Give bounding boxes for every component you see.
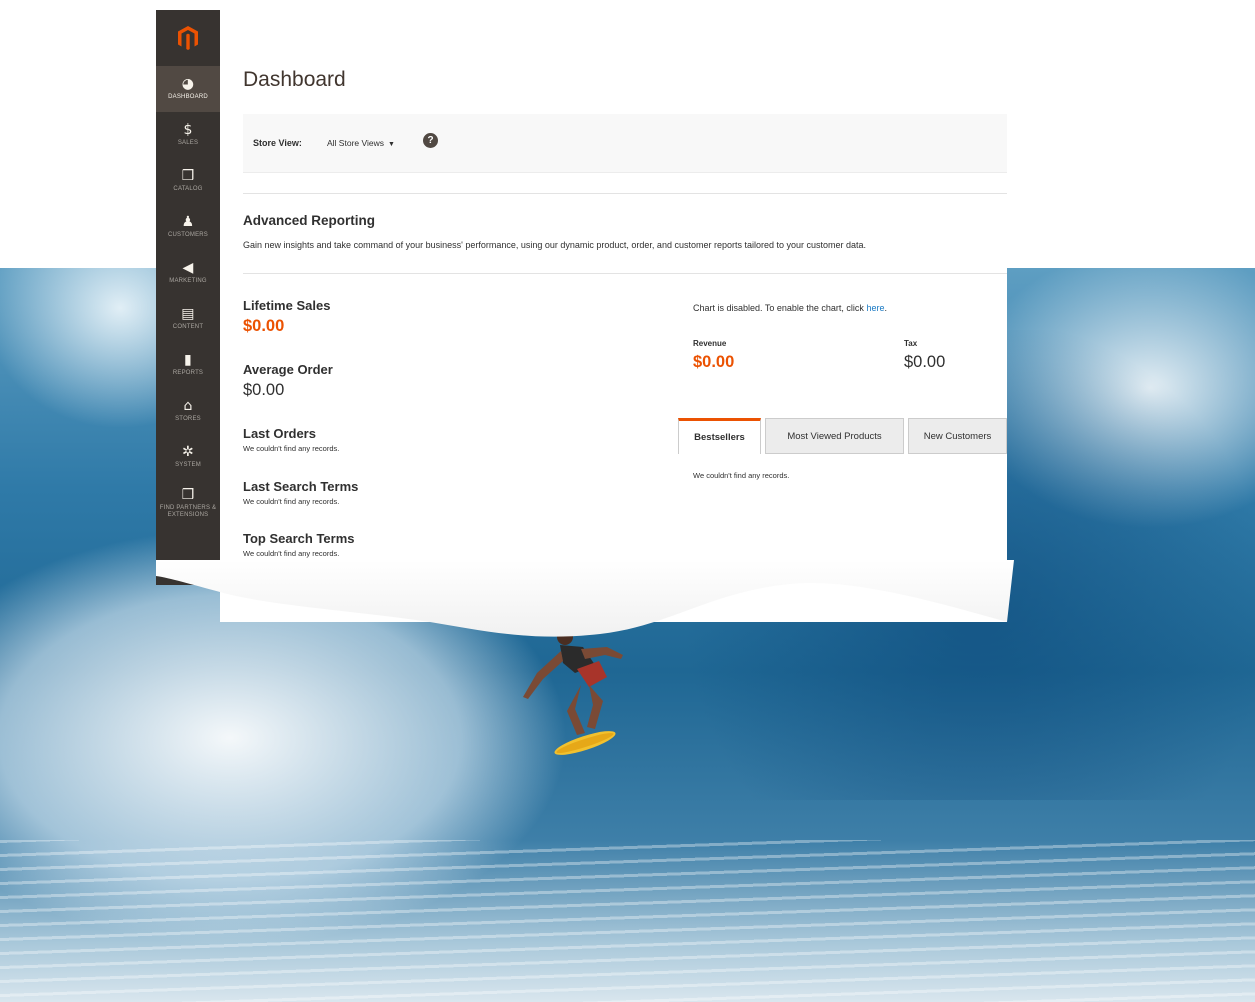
sidebar-item-label: CUSTOMERS xyxy=(167,232,209,238)
divider xyxy=(243,273,1007,274)
magento-logo[interactable] xyxy=(156,10,220,66)
wave-foam xyxy=(0,840,1255,1002)
sidebar-item-customers[interactable]: ♟ CUSTOMERS xyxy=(156,204,220,250)
chart-disabled-message: Chart is disabled. To enable the chart, … xyxy=(693,303,887,313)
bar-chart-icon: ▮ xyxy=(184,352,192,368)
sidebar-item-label: MARKETING xyxy=(169,278,207,284)
layout-icon: ▤ xyxy=(181,306,195,322)
sidebar-item-sales[interactable]: $ SALES xyxy=(156,112,220,158)
last-orders-label: Last Orders xyxy=(243,426,316,441)
sidebar-item-reports[interactable]: ▮ REPORTS xyxy=(156,342,220,388)
top-search-terms-empty-note: We couldn't find any records. xyxy=(243,549,340,558)
wave-cut-edge xyxy=(156,560,1014,637)
sidebar-item-dashboard[interactable]: ◕ DASHBOARD xyxy=(156,66,220,112)
help-icon[interactable]: ? xyxy=(423,133,438,148)
chevron-down-icon: ▼ xyxy=(388,141,395,148)
advanced-reporting-title[interactable]: Advanced Reporting xyxy=(243,213,375,228)
sidebar-item-find-partners-extensions[interactable]: ❒ FIND PARTNERS & EXTENSIONS xyxy=(156,480,220,526)
chart-message-suffix: . xyxy=(884,303,887,313)
enable-chart-link[interactable]: here xyxy=(866,303,884,313)
dashboard-panel: Dashboard Store View: All Store Views ▼ ?… xyxy=(220,10,1007,622)
lifetime-sales-label: Lifetime Sales xyxy=(243,298,331,313)
revenue-value: $0.00 xyxy=(693,353,735,371)
sidebar-item-marketing[interactable]: ◀ MARKETING xyxy=(156,250,220,296)
box-icon: ❒ xyxy=(181,486,195,503)
tab-new-customers[interactable]: New Customers xyxy=(908,418,1007,454)
dollar-icon: $ xyxy=(183,122,193,138)
store-view-bar: Store View: All Store Views ▼ ? xyxy=(243,114,1007,173)
megaphone-icon: ◀ xyxy=(182,260,194,276)
revenue-label: Revenue xyxy=(693,339,727,348)
average-order-label: Average Order xyxy=(243,362,333,377)
tax-value: $0.00 xyxy=(904,353,946,371)
sidebar-item-content[interactable]: ▤ CONTENT xyxy=(156,296,220,342)
last-orders-empty-note: We couldn't find any records. xyxy=(243,444,340,453)
store-view-value: All Store Views xyxy=(327,138,385,148)
speedometer-icon: ◕ xyxy=(181,76,195,92)
sidebar-item-catalog[interactable]: ❒ CATALOG xyxy=(156,158,220,204)
dashboard-tabs: Bestsellers Most Viewed Products New Cus… xyxy=(678,418,1007,455)
admin-sidebar: ◕ DASHBOARD $ SALES ❒ CATALOG ♟ CUSTOMERS ◀ MARKE… xyxy=(156,10,220,585)
sidebar-item-stores[interactable]: ⌂ STORES xyxy=(156,388,220,434)
sidebar-item-label: SALES xyxy=(177,140,199,146)
last-search-terms-label: Last Search Terms xyxy=(243,479,359,494)
sidebar-item-system[interactable]: ✲ SYSTEM xyxy=(156,434,220,480)
sidebar-item-label: SYSTEM xyxy=(175,462,201,468)
sidebar-item-label: CATALOG xyxy=(173,186,203,192)
magento-logo-icon xyxy=(178,26,198,50)
tab-empty-note: We couldn't find any records. xyxy=(693,471,790,480)
sidebar-item-label: DASHBOARD xyxy=(168,94,208,100)
tab-bestsellers[interactable]: Bestsellers xyxy=(678,418,761,454)
advanced-reporting-text: Gain new insights and take command of yo… xyxy=(243,240,867,250)
store-view-dropdown[interactable]: All Store Views ▼ xyxy=(327,138,395,148)
tab-most-viewed-products[interactable]: Most Viewed Products xyxy=(765,418,904,454)
top-search-terms-label: Top Search Terms xyxy=(243,531,355,546)
average-order-value: $0.00 xyxy=(243,381,285,399)
store-view-label: Store View: xyxy=(253,138,302,148)
tax-label: Tax xyxy=(904,339,918,348)
sidebar-item-label: CONTENT xyxy=(172,324,204,330)
chart-message-text: Chart is disabled. To enable the chart, … xyxy=(693,303,867,313)
sidebar-item-label: FIND PARTNERS & EXTENSIONS xyxy=(159,504,217,518)
sidebar-item-label: STORES xyxy=(175,416,201,422)
storefront-icon: ⌂ xyxy=(183,398,193,414)
gear-icon: ✲ xyxy=(182,444,194,460)
lifetime-sales-value: $0.00 xyxy=(243,317,285,335)
divider xyxy=(243,193,1007,194)
page-title: Dashboard xyxy=(243,68,346,91)
last-search-terms-empty-note: We couldn't find any records. xyxy=(243,497,340,506)
sidebar-item-label: REPORTS xyxy=(172,370,204,376)
person-icon: ♟ xyxy=(181,214,195,230)
cube-icon: ❒ xyxy=(181,168,195,184)
